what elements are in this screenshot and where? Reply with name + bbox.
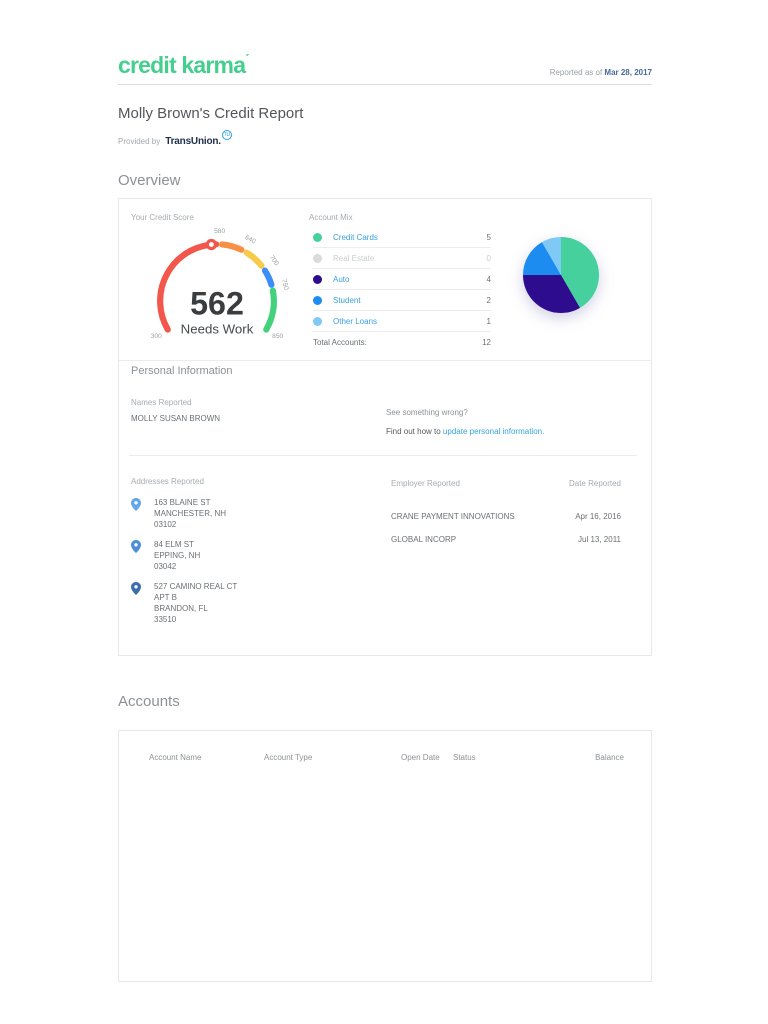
mix-row-label: Real Estate: [333, 253, 375, 263]
account-mix-pie-chart: [523, 237, 599, 313]
addresses-reported-label: Addresses Reported: [131, 477, 204, 486]
employer-name: CRANE PAYMENT INNOVATIONS: [391, 512, 515, 521]
account-mix-list: Credit Cards 5 Real Estate 0 Auto 4 Stud…: [313, 227, 491, 352]
other-loans-dot-icon: [313, 316, 322, 326]
mix-row-student[interactable]: Student 2: [313, 290, 491, 311]
employer-date: Jul 13, 2011: [578, 535, 621, 544]
total-accounts-label: Total Accounts:: [313, 337, 367, 347]
reported-prefix: Reported as of: [549, 68, 605, 77]
auto-dot-icon: [313, 274, 322, 284]
address-item: 163 BLAINE ST MANCHESTER, NH 03102: [131, 497, 331, 530]
svg-text:750: 750: [280, 278, 289, 291]
provided-by-row: Provided by TransUnion. TU: [118, 130, 652, 147]
svg-text:562: 562: [190, 285, 244, 321]
reported-date: Mar 28, 2017: [604, 68, 652, 77]
map-pin-icon: [131, 540, 141, 553]
provided-by-label: Provided by: [118, 137, 161, 146]
account-mix-label: Account Mix: [309, 213, 353, 222]
employer-row: GLOBAL INCORP Jul 13, 2011: [391, 535, 621, 544]
col-status: Status: [453, 753, 476, 762]
mix-row-other-loans[interactable]: Other Loans 1: [313, 311, 491, 332]
svg-text:580: 580: [214, 228, 225, 235]
mix-row-label: Other Loans: [333, 316, 378, 326]
address-item: 527 CAMINO REAL CT APT B BRANDON, FL 335…: [131, 581, 331, 625]
overview-heading: Overview: [118, 172, 181, 189]
address-list: 163 BLAINE ST MANCHESTER, NH 03102 84 EL…: [131, 497, 331, 634]
address-item: 84 ELM ST EPPING, NH 03042: [131, 539, 331, 572]
accounts-table-header: Account Name Account Type Open Date Stat…: [119, 731, 651, 762]
mix-row-count: 2: [486, 295, 491, 305]
credit-report-page: credit karma Reported as of Mar 28, 2017…: [118, 0, 652, 982]
address-lines: 84 ELM ST EPPING, NH 03042: [154, 540, 201, 571]
mix-row-count: 5: [486, 232, 491, 242]
overview-card: Your Credit Score 300 580 640 700 750 850 562 N…: [118, 198, 652, 656]
map-pin-icon: [131, 582, 141, 595]
mix-row-label: Credit Cards: [333, 232, 378, 242]
section-divider: [119, 360, 651, 361]
svg-text:640: 640: [244, 234, 257, 246]
real-estate-dot-icon: [313, 253, 322, 263]
names-reported-label: Names Reported: [131, 398, 192, 407]
tu-badge-icon: TU: [221, 130, 232, 140]
mix-row-count: 4: [486, 274, 491, 284]
personal-info-heading: Personal Information: [131, 365, 233, 377]
page-title: Molly Brown's Credit Report: [118, 105, 304, 122]
howto-row: Find out how to update personal informat…: [386, 427, 544, 436]
credit-score-gauge: 300 580 640 700 750 850 562Needs Work: [151, 228, 290, 340]
credit-cards-dot-icon: [313, 232, 322, 242]
svg-text:300: 300: [151, 333, 162, 340]
mix-row-auto[interactable]: Auto 4: [313, 269, 491, 290]
total-accounts-row: Total Accounts: 12: [313, 332, 491, 352]
svg-text:850: 850: [272, 333, 283, 340]
employer-name: GLOBAL INCORP: [391, 535, 457, 544]
mix-row-count: 0: [486, 253, 491, 263]
map-pin-icon: [131, 498, 141, 511]
reported-name: MOLLY SUSAN BROWN: [131, 414, 221, 423]
address-lines: 163 BLAINE ST MANCHESTER, NH 03102: [154, 498, 227, 529]
col-open-date: Open Date: [401, 753, 440, 762]
mix-row-credit-cards[interactable]: Credit Cards 5: [313, 227, 491, 248]
transunion-logo: TransUnion. TU: [165, 130, 232, 147]
total-accounts-value: 12: [482, 337, 491, 347]
mix-row-label: Student: [333, 295, 361, 305]
employer-reported-label: Employer Reported: [391, 479, 460, 488]
mix-row-label: Auto: [333, 274, 350, 284]
date-reported-label: Date Reported: [568, 479, 621, 488]
employer-date: Apr 16, 2016: [575, 512, 621, 521]
page-header: credit karma Reported as of Mar 28, 2017: [118, 47, 652, 85]
address-lines: 527 CAMINO REAL CT APT B BRANDON, FL 335…: [154, 582, 238, 624]
accounts-card: Account Name Account Type Open Date Stat…: [118, 730, 652, 982]
howto-prefix: Find out how to: [386, 427, 443, 436]
personal-divider: [129, 455, 637, 456]
credit-karma-logo[interactable]: credit karma: [118, 47, 249, 77]
student-dot-icon: [313, 295, 322, 305]
col-account-name: Account Name: [149, 753, 202, 762]
employers-block: Employer Reported Date Reported CRANE PA…: [391, 479, 621, 544]
col-balance: Balance: [595, 753, 624, 762]
employer-row: CRANE PAYMENT INNOVATIONS Apr 16, 2016: [391, 512, 621, 521]
credit-score-label: Your Credit Score: [131, 213, 194, 222]
col-account-type: Account Type: [264, 753, 313, 762]
accounts-heading: Accounts: [118, 693, 180, 710]
mix-row-count: 1: [486, 316, 491, 326]
see-something-wrong-text: See something wrong?: [386, 408, 468, 417]
update-personal-info-link[interactable]: update personal information.: [443, 427, 544, 436]
svg-text:Needs Work: Needs Work: [181, 321, 254, 336]
mix-row-real-estate: Real Estate 0: [313, 248, 491, 269]
reported-as-of: Reported as of Mar 28, 2017: [550, 68, 652, 77]
svg-text:700: 700: [268, 254, 280, 267]
